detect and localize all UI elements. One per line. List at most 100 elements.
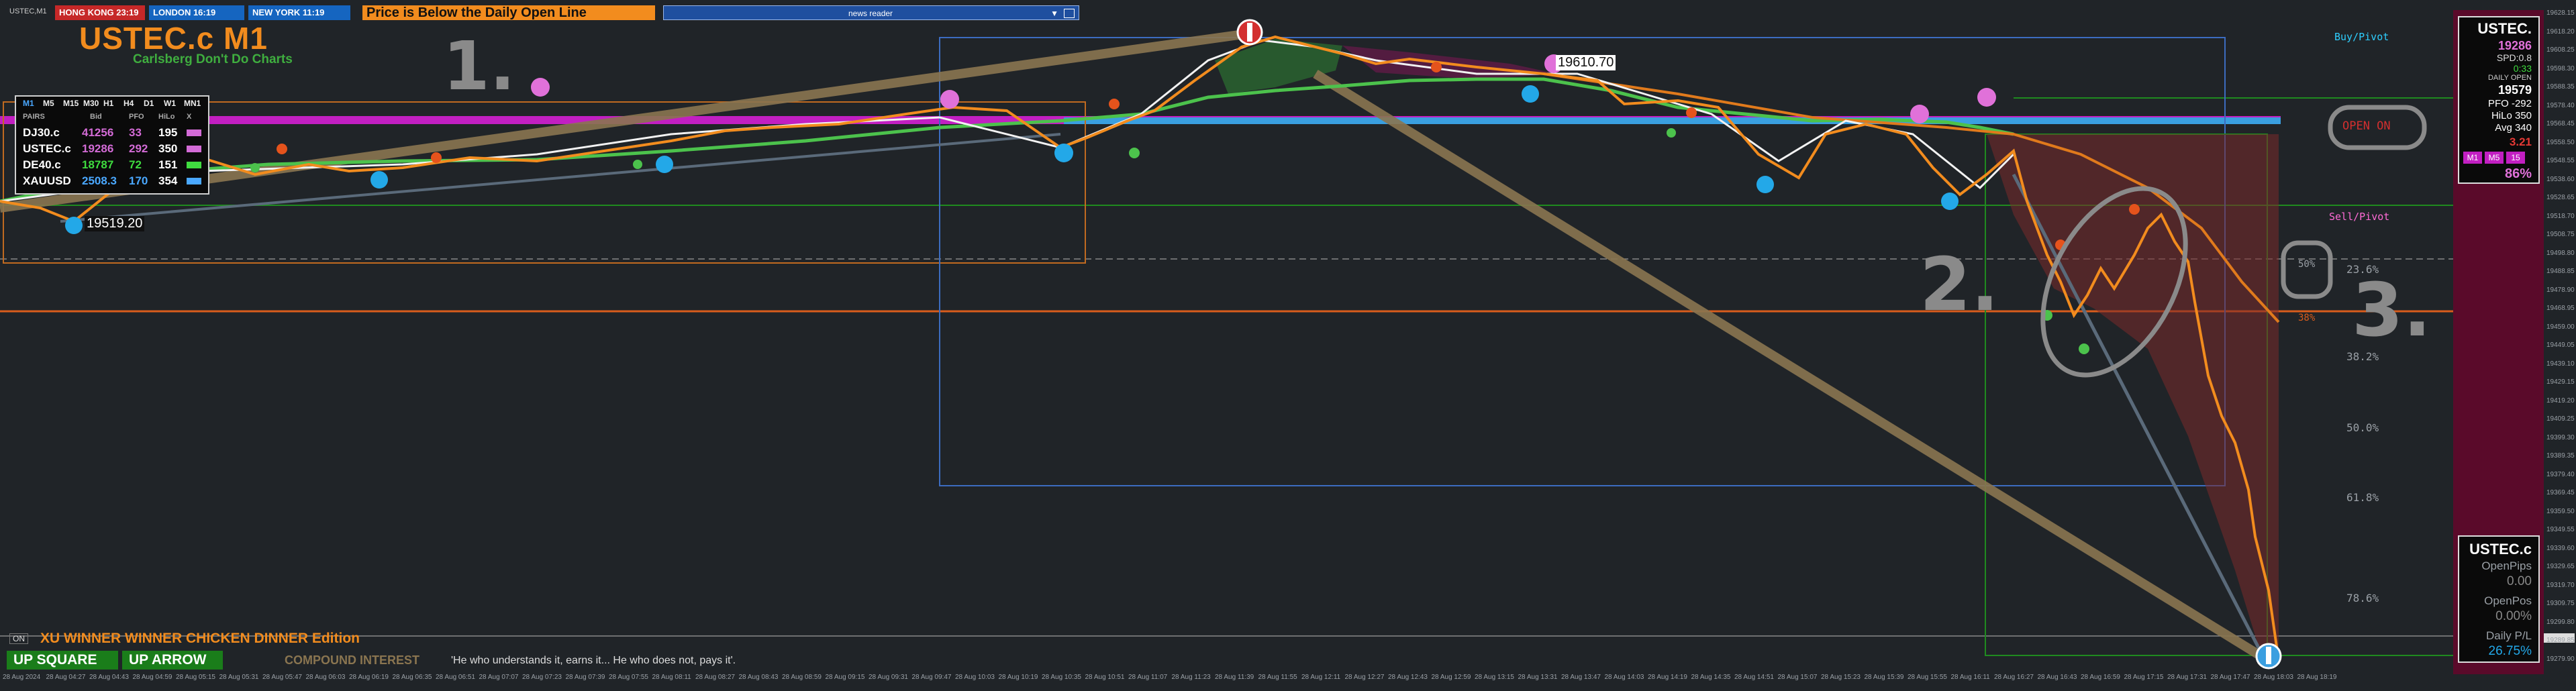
time-tick: 28 Aug 07:55 [609, 674, 648, 681]
time-tick: 28 Aug 06:51 [436, 674, 475, 681]
price-tick: 19439.10 [2546, 360, 2575, 368]
pairs-cell: 170 [129, 174, 148, 187]
tf-button-15[interactable]: 15 [2506, 152, 2525, 164]
time-tick: 28 Aug 05:31 [219, 674, 259, 681]
fib-level-618: 61.8% [2346, 491, 2379, 504]
tf-tab-H1[interactable]: H1 [103, 99, 113, 108]
time-tick: 28 Aug 04:43 [89, 674, 129, 681]
price-tick: 19628.15 [2546, 9, 2575, 17]
pl-open-pips-label: OpenPips [2481, 560, 2532, 572]
session-tab-1: LONDON 16:19 [149, 5, 244, 20]
time-tick: 28 Aug 13:15 [1475, 674, 1514, 681]
time-tick: 28 Aug 08:59 [782, 674, 822, 681]
price-tick: 19359.50 [2546, 507, 2575, 515]
time-tick: 28 Aug 14:51 [1734, 674, 1774, 681]
tf-tab-W1[interactable]: W1 [164, 99, 176, 108]
price-tick: 19538.60 [2546, 175, 2575, 183]
sell-pivot-label: Sell/Pivot [2329, 211, 2390, 223]
up-square-button[interactable]: UP SQUARE [7, 651, 118, 670]
tf-button-M1[interactable]: M1 [2463, 152, 2482, 164]
tf-tab-H4[interactable]: H4 [123, 99, 134, 108]
pairs-col-header: X [187, 113, 192, 121]
time-tick: 28 Aug 10:35 [1042, 674, 1081, 681]
price-tick: 19459.00 [2546, 323, 2575, 331]
price-tick: 19618.20 [2546, 28, 2575, 36]
fib-small-38: 38% [2298, 313, 2316, 323]
note-3: 3. [2352, 267, 2432, 353]
pl-open-pips: 0.00 [2507, 574, 2532, 588]
price-tick: 19518.70 [2546, 212, 2575, 220]
time-tick: 28 Aug 16:27 [1994, 674, 2034, 681]
pairs-close-icon[interactable] [187, 162, 201, 168]
pairs-cell[interactable]: DE40.c [23, 158, 61, 172]
price-tick: 19588.35 [2546, 83, 2575, 91]
high-price-label: 19610.70 [1556, 55, 1616, 70]
time-tick: 28 Aug 09:15 [825, 674, 865, 681]
price-tick: 19508.75 [2546, 231, 2575, 238]
dropdown-icon[interactable]: ▼ [1050, 6, 1058, 21]
pairs-cell: 18787 [82, 158, 114, 171]
open-on-label: OPEN ON [2342, 119, 2391, 133]
tf-tab-MN1[interactable]: MN1 [184, 99, 201, 108]
ma-green [0, 77, 2014, 203]
time-tick: 28 Aug 12:43 [1388, 674, 1428, 681]
high-flag-icon [1236, 19, 1263, 46]
time-tick: 28 Aug 15:23 [1821, 674, 1861, 681]
compound-title: COMPOUND INTEREST [285, 653, 420, 667]
price-tick: 19309.75 [2546, 600, 2575, 607]
time-tick: 28 Aug 08:11 [652, 674, 691, 681]
pairs-cell: 350 [158, 142, 178, 155]
time-tick: 28 Aug 14:03 [1604, 674, 1644, 681]
price-tick: 19319.70 [2546, 581, 2575, 589]
up-arrow-button[interactable]: UP ARROW [122, 651, 223, 670]
price-chart[interactable] [0, 0, 2576, 691]
time-tick: 28 Aug 11:55 [1258, 674, 1297, 681]
time-tick: 28 Aug 16:11 [1950, 674, 1990, 681]
price-tick: 19429.15 [2546, 378, 2575, 386]
tf-tab-M5[interactable]: M5 [43, 99, 54, 108]
time-tick: 28 Aug 11:39 [1215, 674, 1254, 681]
window-icon[interactable] [1064, 9, 1075, 18]
price-tick: 19498.80 [2546, 249, 2575, 257]
pairs-cell[interactable]: USTEC.c [23, 142, 71, 156]
pairs-close-icon[interactable] [187, 146, 201, 152]
news-reader-bar[interactable]: news reader ▼ [663, 5, 1079, 20]
low-marker-icon [2255, 643, 2282, 670]
pairs-cell: 33 [129, 126, 142, 139]
time-tick: 28 Aug 06:19 [349, 674, 389, 681]
tf-tab-D1[interactable]: D1 [144, 99, 154, 108]
info-daily-open: 19579 [2497, 83, 2532, 97]
tf-tab-M15[interactable]: M15 [63, 99, 79, 108]
time-tick: 28 Aug 13:31 [1518, 674, 1558, 681]
tf-tab-M1[interactable]: M1 [23, 99, 34, 108]
price-tick: 19468.95 [2546, 305, 2575, 312]
tf-button-M5[interactable]: M5 [2485, 152, 2504, 164]
pairs-cell: 354 [158, 174, 178, 187]
time-tick: 28 Aug 16:59 [2081, 674, 2120, 681]
on-toggle[interactable]: ON [9, 633, 28, 644]
pairs-cell: 41256 [82, 126, 114, 139]
info-price: 19286 [2497, 39, 2532, 52]
price-tick: 19379.40 [2546, 470, 2575, 478]
pairs-close-icon[interactable] [187, 129, 201, 136]
time-tick: 28 Aug 10:19 [998, 674, 1038, 681]
info-spread: SPD:0.8 [2496, 52, 2532, 63]
time-tick: 28 Aug 04:27 [46, 674, 86, 681]
time-tick: 28 Aug 18:03 [2254, 674, 2293, 681]
time-tick: 28 Aug 07:23 [522, 674, 562, 681]
tf-tab-M30[interactable]: M30 [83, 99, 99, 108]
info-daily-open-label: DAILY OPEN [2487, 74, 2532, 82]
note-2: 2. [1920, 242, 1999, 327]
corner-label: USTEC,M1 [9, 7, 47, 15]
info-percent: 86% [2504, 166, 2532, 181]
price-tick: 19399.30 [2546, 433, 2575, 441]
time-tick: 28 Aug 06:35 [392, 674, 432, 681]
pairs-close-icon[interactable] [187, 178, 201, 184]
time-tick: 28 Aug 11:07 [1128, 674, 1168, 681]
edition-label: XU WINNER WINNER CHICKEN DINNER Edition [40, 631, 360, 646]
price-tick: 19598.30 [2546, 64, 2575, 72]
price-tick: 19369.45 [2546, 489, 2575, 496]
pairs-cell[interactable]: XAUUSD [23, 174, 71, 188]
pairs-cell[interactable]: DJ30.c [23, 126, 60, 140]
time-tick: 28 Aug 14:19 [1648, 674, 1687, 681]
